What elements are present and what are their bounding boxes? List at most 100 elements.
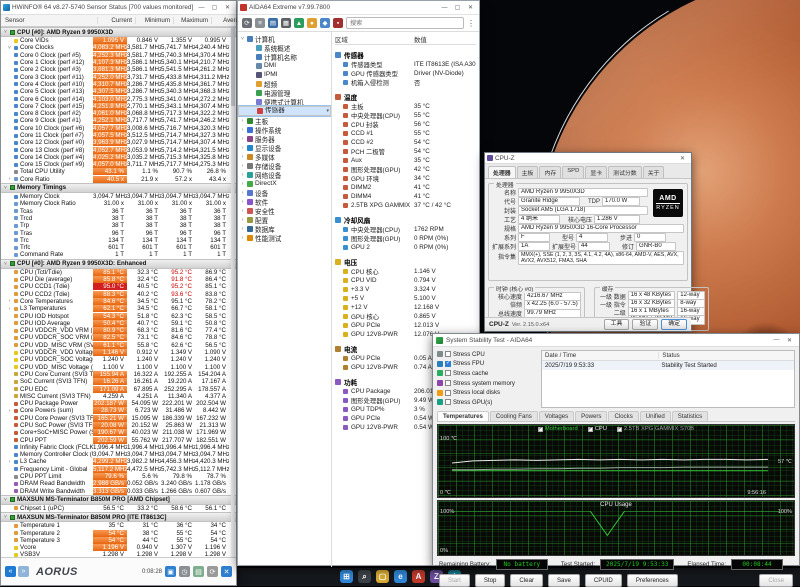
legend-item-CPU[interactable]: CPU [588, 426, 607, 432]
stress-checkbox-Stress cache[interactable]: Stress cache [437, 369, 537, 378]
sensor-value-row[interactable]: 图形处理器(GPU)42 °C [335, 165, 476, 174]
sensor-row[interactable]: Core 5 Clock (perf #13)4,307.5 MHz3,286.… [1, 88, 236, 95]
report-icon[interactable]: ▦ [281, 18, 291, 28]
sensor-value-row[interactable]: GPU PCIe12.013 V [335, 321, 476, 330]
stress-checkbox-Stress FPU[interactable]: Stress FPU [437, 360, 537, 369]
sensor-row[interactable]: ›L3 Cache4,299.2 MHz3,982.2 MHz4,456.3 M… [1, 458, 236, 465]
sensor-row[interactable]: MISC Current (SVI3 TFN)4.259 A4.251 A11.… [1, 393, 236, 400]
close-icon[interactable]: ✕ [221, 566, 232, 577]
tree-item-DirectX[interactable]: ›DirectX [238, 179, 331, 188]
tree-item-便携式计算机[interactable]: 便携式计算机 [238, 97, 331, 106]
sensor-row[interactable]: Core 9 Clock (perf #1)4,252.1 MHz3,717.7… [1, 117, 236, 124]
sensor-row[interactable]: CPU CCD1 (Tdie)95.0 °C40.5 °C95.2 °C85.1… [1, 283, 236, 290]
tab-测试分数[interactable]: 测试分数 [608, 166, 642, 178]
clear-button[interactable]: Clear [510, 574, 543, 587]
sensor-value-row[interactable]: +5 V5.100 V [335, 294, 476, 303]
sensor-row[interactable]: Memory Clock3,094.7 MHz3,094.7 MHz3,094.… [1, 193, 236, 200]
sensor-row[interactable]: Command Rate1 T1 T1 T1 T [1, 251, 236, 258]
favorites-icon[interactable]: ▪ [333, 18, 343, 28]
sensor-value-row[interactable]: CPU 封装56 °C [335, 120, 476, 129]
sensor-row[interactable]: CPU Core Current (SVI3 TFN)155.94 A16.32… [1, 371, 236, 378]
minimize-button[interactable] [770, 335, 783, 345]
tab-Powers[interactable]: Powers [575, 411, 607, 421]
search-input[interactable] [346, 17, 464, 29]
cpuz-titlebar[interactable]: CPU-Z [485, 153, 691, 164]
column-field[interactable]: 区域 [335, 35, 414, 44]
sensor-row[interactable]: CPU SoC Power (SVI3 TFN)20.08 W20.152 W2… [1, 422, 236, 429]
checkbox[interactable] [445, 390, 451, 396]
legend-item-2.5TB XPG GAMMIX S70B[interactable]: 2.5TB XPG GAMMIX S70B [617, 426, 694, 432]
column-value[interactable]: 数值 [414, 35, 476, 44]
sensor-value-row[interactable]: DIMM441 °C [335, 192, 476, 201]
start-icon[interactable]: ⊞ [340, 570, 353, 583]
legend-item-Motherboard[interactable]: Motherboard [538, 426, 578, 432]
sensor-value-row[interactable]: 主板35 °C [335, 102, 476, 111]
search-icon[interactable]: ⌕ [358, 570, 371, 583]
sensor-row[interactable]: ›Core Ratio40.5 x21.9 x57.2 x43.4 x [1, 176, 236, 183]
close-button[interactable] [676, 153, 689, 163]
sensor-row[interactable]: Core 1 Clock (perf #12)4,107.3 MHz3,586.… [1, 59, 236, 66]
sensor-row[interactable]: Temperature 135 °C31 °C36 °C34 °C [1, 522, 236, 529]
tab-Cooling Fans[interactable]: Cooling Fans [490, 411, 538, 421]
tree-item-数据库[interactable]: ›数据库 [238, 224, 331, 233]
close-button[interactable]: Close [759, 574, 793, 587]
column-minimum[interactable]: Minimum [135, 17, 173, 24]
sensor-row[interactable]: Core 12 Clock (perf #0)3,963.9 MHz3,027.… [1, 139, 236, 146]
sensor-row[interactable]: Core+SoC+MISC Power (SVI3 TFN)190.67 W40… [1, 429, 236, 436]
sensor-value-row[interactable]: PCH 二极管54 °C [335, 147, 476, 156]
sensor-value-row[interactable]: 中央处理器(CPU)55 °C [335, 111, 476, 120]
sensor-row[interactable]: CPU IOD Hotspot54.3 °C51.8 °C62.3 °C58.5… [1, 312, 236, 319]
sensor-row[interactable]: CPU Package Power202.187 W54.095 W222.20… [1, 400, 236, 407]
validate-button[interactable]: 验证 [632, 319, 658, 330]
log-column-status[interactable]: Status [659, 352, 794, 359]
tree-item-电源管理[interactable]: 电源管理 [238, 88, 331, 97]
sensor-row[interactable]: Memory Clock Ratio31.00 x31.00 x31.00 x3… [1, 200, 236, 207]
tree-item-DMI[interactable]: DMI [238, 61, 331, 70]
computer-icon[interactable]: ▤ [268, 18, 278, 28]
sensor-row[interactable]: CPU (Tctl/Tdie)85.1 °C32.3 °C95.2 °C86.9… [1, 269, 236, 276]
sensor-row[interactable]: ˅Core Clocks4,083.2 MHz3,581.7 MHz5,741.… [1, 44, 236, 51]
legend-checkbox[interactable] [538, 427, 543, 432]
sensor-row[interactable]: Tcas36 T36 T36 T36 T [1, 208, 236, 215]
sensor-row[interactable]: ›Core Temperatures84.6 °C34.5 °C95.1 °C7… [1, 298, 236, 305]
tab-处理器[interactable]: 处理器 [488, 166, 516, 178]
sensor-row[interactable]: CPU Die (average)85.8 °C32.4 °C91.8 °C86… [1, 276, 236, 283]
sensor-row[interactable]: Core 14 Clock (perf #4)4,025.2 MHz3,035.… [1, 154, 236, 161]
sensor-row[interactable]: ›L3 Temperatures62.1 °C34.5 °C66.7 °C58.… [1, 305, 236, 312]
checkbox[interactable] [445, 399, 451, 405]
sensor-row[interactable]: CPU VDDCR_VDD VRM (SVI3 TFN)80.9 °C68.3 … [1, 327, 236, 334]
sensor-row[interactable]: DRAM Read Bandwidth2.988 GB/s0.052 GB/s3… [1, 480, 236, 487]
stress-checkbox-Stress local disks[interactable]: Stress local disks [437, 388, 537, 397]
legend-checkbox[interactable] [588, 427, 593, 432]
tree-item-性能测试[interactable]: ›性能测试 [238, 233, 331, 242]
tree-item-主板[interactable]: ›主板 [238, 116, 331, 125]
tree-item-多媒体[interactable]: ›多媒体 [238, 152, 331, 161]
prev-values-icon[interactable]: « [5, 566, 16, 577]
sensor-value-row[interactable]: Aux35 °C [335, 156, 476, 165]
sensor-section-header[interactable]: ˅Memory Timings [1, 183, 236, 193]
sensor-row[interactable]: Core 11 Clock (perf #7)4,057.5 MHz3,512.… [1, 132, 236, 139]
sensor-value-row[interactable]: GPU 传感器类型Driver (NV-Diode) [335, 69, 476, 78]
sensor-row[interactable]: Chipset 1 (uPC)56.5 °C33.2 °C58.6 °C56.1… [1, 505, 236, 512]
sensor-row[interactable]: Core 6 Clock (perf #14)4,103.0 MHz2,775.… [1, 95, 236, 102]
sensor-row[interactable]: Frequency Limit - Global5,117.2 MHz4,472… [1, 466, 236, 473]
sensor-value-row[interactable]: GPU 环境34 °C [335, 174, 476, 183]
checkbox[interactable] [445, 351, 451, 357]
stress-checkbox-Stress CPU[interactable]: Stress CPU [437, 350, 537, 359]
tab-显卡[interactable]: 显卡 [585, 166, 607, 178]
tree-item-软件[interactable]: ›软件 [238, 197, 331, 206]
sensor-row[interactable]: Total CPU Utility43.1 %1.1 %90.7 %26.8 % [1, 168, 236, 175]
aida64-titlebar[interactable]: AIDA64 Extreme v7.99.7800 [238, 1, 479, 15]
sensor-value-row[interactable]: 2.5TB XPG GAMMIX S70B37 °C / 42 °C [335, 201, 476, 210]
sensor-row[interactable]: Infinity Fabric Clock (FCLK)1,996.4 MHz1… [1, 444, 236, 451]
sensor-row[interactable]: Core 10 Clock (perf #6)4,057.7 MHz3,008.… [1, 125, 236, 132]
sensor-row[interactable]: CPU VDDCR_VDD Voltage (SVI3 TFN)1.146 V0… [1, 349, 236, 356]
tab-Statistics[interactable]: Statistics [672, 411, 708, 421]
sensor-value-row[interactable]: CPU 核心1.146 V [335, 267, 476, 276]
clock-icon[interactable]: ◷ [179, 566, 190, 577]
sensor-row[interactable]: Core 15 Clock (perf #9)4,057.0 MHz3,711.… [1, 161, 236, 168]
minimize-button[interactable] [438, 3, 451, 13]
sensor-row[interactable]: Tras96 T96 T96 T96 T [1, 229, 236, 236]
close-button[interactable] [783, 335, 796, 345]
stop-button[interactable]: Stop [475, 574, 506, 587]
